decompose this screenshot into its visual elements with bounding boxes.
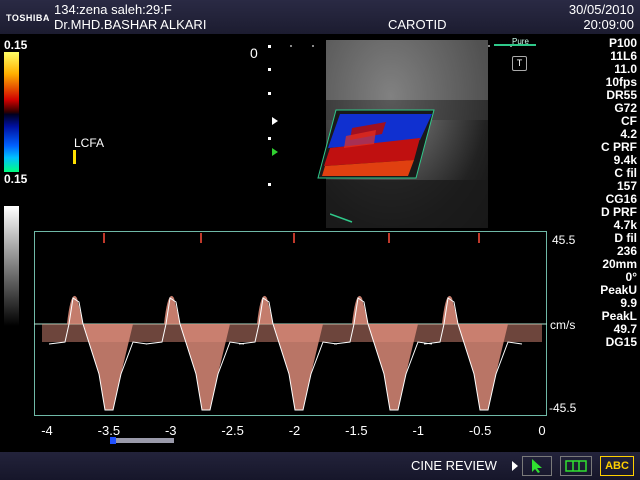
depth-zero-marker: 0 xyxy=(250,45,258,61)
time-tick-label: -3 xyxy=(164,423,177,438)
ecg-marker xyxy=(200,233,202,243)
time-tick-label: -1.5 xyxy=(345,423,368,438)
color-scale-bottom-label: 0.15 xyxy=(4,172,28,186)
time-tick-label: -2 xyxy=(288,423,301,438)
velocity-top-label: 45.5 xyxy=(552,233,576,247)
ecg-marker xyxy=(103,233,105,243)
brand-logo: TOSHIBA xyxy=(6,13,50,23)
ecg-marker xyxy=(478,233,480,243)
ecg-marker xyxy=(293,233,295,243)
sample-gate-marker xyxy=(73,150,76,164)
institution-name: Dr.MHD.BASHAR ALKARI xyxy=(54,17,207,32)
velocity-unit-label: cm/s xyxy=(550,318,576,332)
pointer-icon xyxy=(532,459,542,473)
exam-time: 20:09:00 xyxy=(583,17,634,32)
t-icon-label: T xyxy=(516,58,523,68)
probe-badge-label: Pure xyxy=(512,37,529,46)
exam-date: 30/05/2010 xyxy=(568,2,634,17)
spectral-doppler-panel xyxy=(34,231,547,416)
time-tick-label: -0.5 xyxy=(468,423,492,438)
cine-play-icon[interactable] xyxy=(512,461,518,471)
parameter-column: P100 11L6 11.0 10fps DR55 G72 CF 4.2 C PRF 9.4k C … xyxy=(600,37,637,349)
param-item: DG15 xyxy=(605,335,637,349)
vessel-label: LCFA xyxy=(74,136,105,150)
focus-arrow-icon xyxy=(272,117,278,125)
velocity-bottom-label: -45.5 xyxy=(549,401,577,415)
time-tick-label: -2.5 xyxy=(221,423,244,438)
time-tick-label: 0 xyxy=(538,423,546,438)
gray-scale-bar xyxy=(4,206,19,326)
patient-info: 134:zena saleh:29:F xyxy=(54,2,172,17)
time-tick-label: -3.5 xyxy=(97,423,121,438)
layout-button[interactable] xyxy=(560,456,592,476)
preset-label: CAROTID xyxy=(388,17,447,32)
annotation-abc-button[interactable]: ABC xyxy=(600,456,634,476)
time-tick-label: -4 xyxy=(41,423,53,438)
color-velocity-bar xyxy=(4,52,19,172)
focus-arrow-green-icon xyxy=(272,148,278,156)
ecg-marker xyxy=(388,233,390,243)
cine-review-label: CINE REVIEW xyxy=(411,458,497,473)
layout-grid-icon xyxy=(565,460,587,472)
color-doppler-box xyxy=(317,109,435,179)
t-icon: T xyxy=(512,56,527,71)
color-scale-top-label: 0.15 xyxy=(4,38,28,52)
time-tick-label: -1 xyxy=(412,423,425,438)
cine-scroll-track[interactable] xyxy=(110,437,174,444)
pointer-button[interactable] xyxy=(522,456,552,476)
steering-line xyxy=(330,213,353,223)
cine-scroll-thumb[interactable] xyxy=(110,437,116,444)
